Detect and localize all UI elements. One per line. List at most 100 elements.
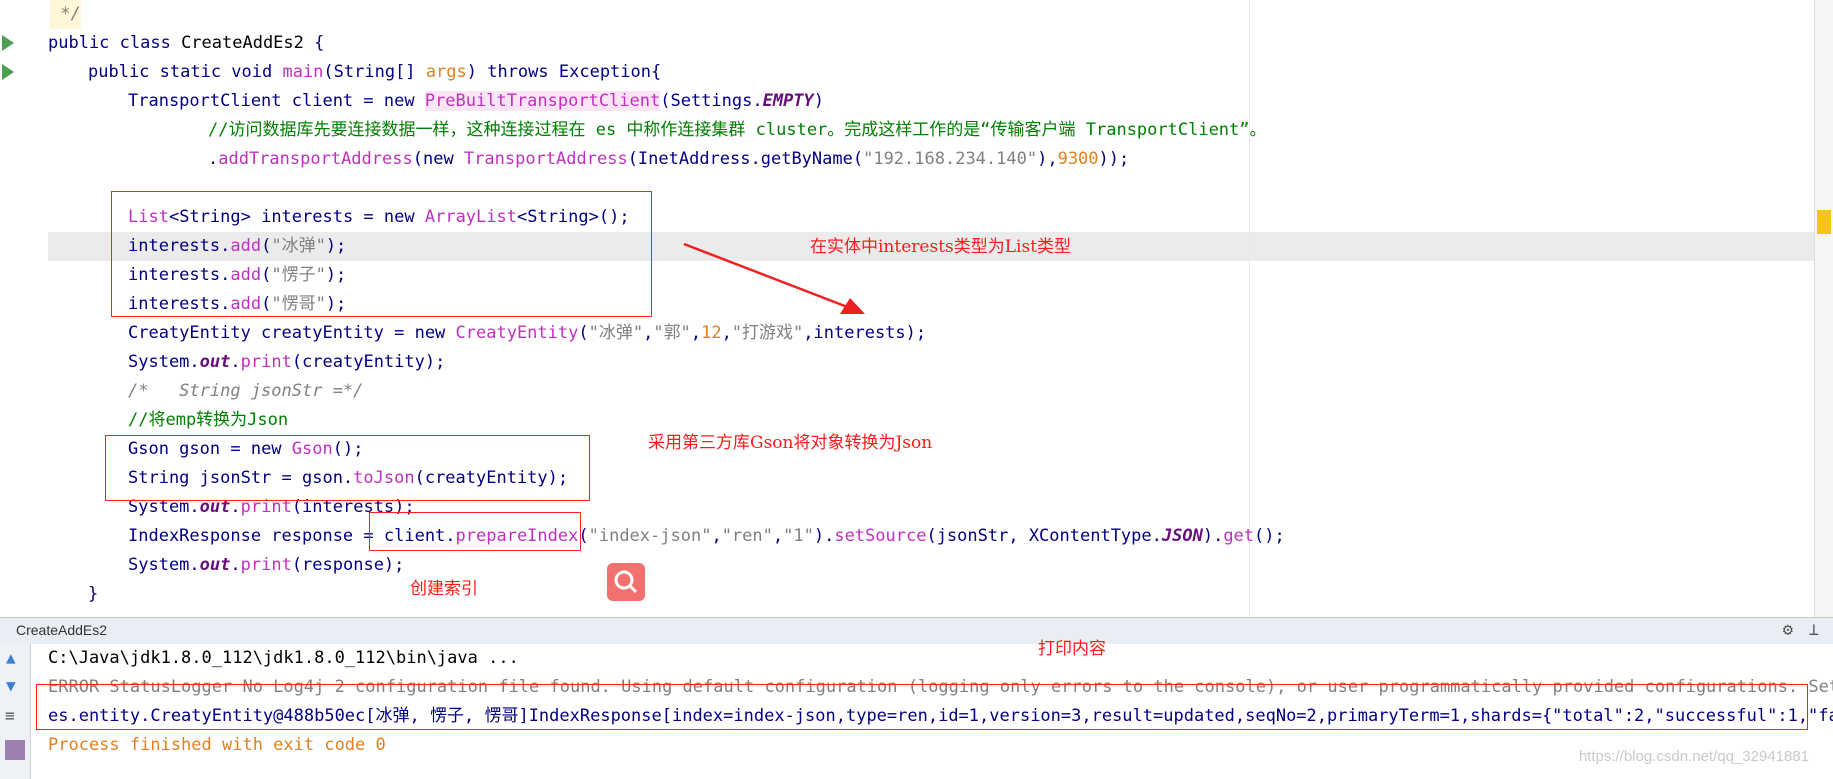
exception: Exception{ (548, 62, 662, 82)
highlight-box-prepare-index (369, 512, 581, 551)
soft-wrap-icon[interactable]: ≡ (5, 706, 15, 725)
dot: . (208, 149, 219, 169)
annotation-interests: 在实体中interests类型为List类型 (810, 237, 1072, 257)
editor-gutter[interactable] (0, 0, 48, 617)
annotation-create-index: 创建索引 (410, 579, 478, 599)
block-comment: /* String jsonStr =*/ (128, 381, 364, 401)
keyword: new (383, 91, 425, 111)
brace: { (303, 33, 325, 53)
search-icon (614, 570, 638, 594)
comma: , (711, 526, 722, 546)
code-text: System. (128, 352, 200, 372)
comment: //将emp转换为Json (128, 410, 289, 430)
code-text: TransportClient client = (128, 91, 384, 111)
comma: , (690, 323, 702, 343)
code-line: public static void main(String[] args) t… (88, 58, 661, 87)
brace: } (88, 584, 99, 604)
code-text: (response); (291, 555, 405, 575)
code-line: CreatyEntity creatyEntity = new CreatyEn… (128, 319, 926, 348)
class-name: CreatyEntity (455, 323, 579, 343)
paren: ) (813, 91, 825, 111)
code-line: TransportClient client = new PreBuiltTra… (128, 87, 824, 116)
comment: //访问数据库先要连接数据一样，这种连接过程在 es 中称作连接集群 clust… (208, 120, 1267, 140)
editor-scrollbar[interactable] (1814, 0, 1833, 617)
code-line: IndexResponse response = client.prepareI… (128, 522, 1285, 551)
class-name: CreateAddEs2 (181, 33, 304, 53)
class-name: TransportAddress (463, 149, 628, 169)
method-name: addTransportAddress (218, 149, 413, 169)
code-line: System.out.print(response); (128, 551, 404, 580)
code-line: } (88, 580, 98, 609)
static-field: out (199, 555, 231, 575)
code-text: (InetAddress.getByName( (627, 149, 864, 169)
code-text: ). (813, 526, 835, 546)
string: "index-json" (588, 526, 712, 546)
code-text: ,interests); (803, 323, 927, 343)
string: "ren" (721, 526, 773, 546)
console-output[interactable]: C:\Java\jdk1.8.0_112\jdk1.8.0_112\bin\ja… (0, 639, 1833, 779)
code-text: CreatyEntity creatyEntity = (128, 323, 415, 343)
params: (String[] (323, 62, 426, 82)
string: "打游戏" (731, 323, 804, 343)
keyword: new (414, 323, 456, 343)
highlight-box-output (36, 684, 1808, 730)
arrow-up-icon[interactable]: ▲ (6, 648, 16, 667)
console-line-exit: Process finished with exit code 0 (48, 735, 386, 755)
run-arrow-icon[interactable] (2, 35, 14, 51)
code-editor[interactable]: */ public class CreateAddEs2 { public st… (0, 0, 1833, 617)
gear-icon[interactable]: ⚙ (1783, 620, 1793, 640)
run-tab-title[interactable]: CreateAddEs2 (16, 622, 107, 638)
code-text: ), (1037, 149, 1058, 169)
code-text: )); (1098, 149, 1130, 169)
code-text: (Settings. (660, 91, 763, 111)
annotation-print: 打印内容 (1038, 639, 1106, 659)
method-name: setSource (834, 526, 927, 546)
search-button[interactable] (607, 563, 645, 601)
code-text: ). (1202, 526, 1224, 546)
code-text: System. (128, 555, 200, 575)
pin-icon[interactable]: ⊥ (1809, 620, 1819, 640)
comma: , (721, 323, 732, 343)
comma: , (643, 323, 654, 343)
string: "192.168.234.140" (863, 149, 1038, 169)
code-text: (jsonStr, (926, 526, 1029, 546)
print-icon[interactable] (5, 740, 25, 760)
dot: . (230, 555, 241, 575)
code-line: System.out.print(creatyEntity); (128, 348, 445, 377)
number: 9300 (1057, 149, 1099, 169)
code-line: */ (50, 0, 81, 29)
static-field: JSON (1161, 526, 1203, 546)
code-text: XContentType. (1028, 526, 1162, 546)
static-field: out (199, 352, 231, 372)
paren: ( (412, 149, 423, 169)
string: "1" (783, 526, 814, 546)
paren: ) (466, 62, 488, 82)
run-panel-header: CreateAddEs2 ⚙ ⊥ (0, 617, 1833, 645)
string: "冰弹" (588, 323, 644, 343)
comma: , (772, 526, 784, 546)
arrow-down-icon[interactable]: ▼ (6, 676, 16, 695)
annotation-gson: 采用第三方库Gson将对象转换为Json (648, 433, 933, 453)
console-toolbar: ▲ ▼ ≡ (0, 644, 31, 779)
watermark: https://blog.csdn.net/qq_32941881 (1578, 748, 1809, 765)
keyword: public class (48, 33, 182, 53)
string: "郭" (653, 323, 691, 343)
method-name: main (282, 62, 324, 82)
method-name: get (1223, 526, 1255, 546)
keyword: new (422, 149, 464, 169)
highlight-box-interests (111, 191, 652, 317)
console-line-command: C:\Java\jdk1.8.0_112\jdk1.8.0_112\bin\ja… (48, 648, 519, 668)
scroll-marker (1817, 210, 1831, 234)
dot: . (230, 352, 241, 372)
class-name: PreBuiltTransportClient (424, 91, 661, 111)
code-text: (creatyEntity); (291, 352, 446, 372)
code-text: IndexResponse response = (128, 526, 384, 546)
paren: ( (578, 323, 589, 343)
code-line: .addTransportAddress(new TransportAddres… (208, 145, 1129, 174)
run-arrow-icon[interactable] (2, 64, 14, 80)
number: 12 (701, 323, 722, 343)
code-text: (); (1254, 526, 1285, 546)
highlight-box-gson (105, 435, 590, 501)
code-line: //访问数据库先要连接数据一样，这种连接过程在 es 中称作连接集群 clust… (208, 116, 1267, 145)
code-line: public class CreateAddEs2 { (48, 29, 324, 58)
